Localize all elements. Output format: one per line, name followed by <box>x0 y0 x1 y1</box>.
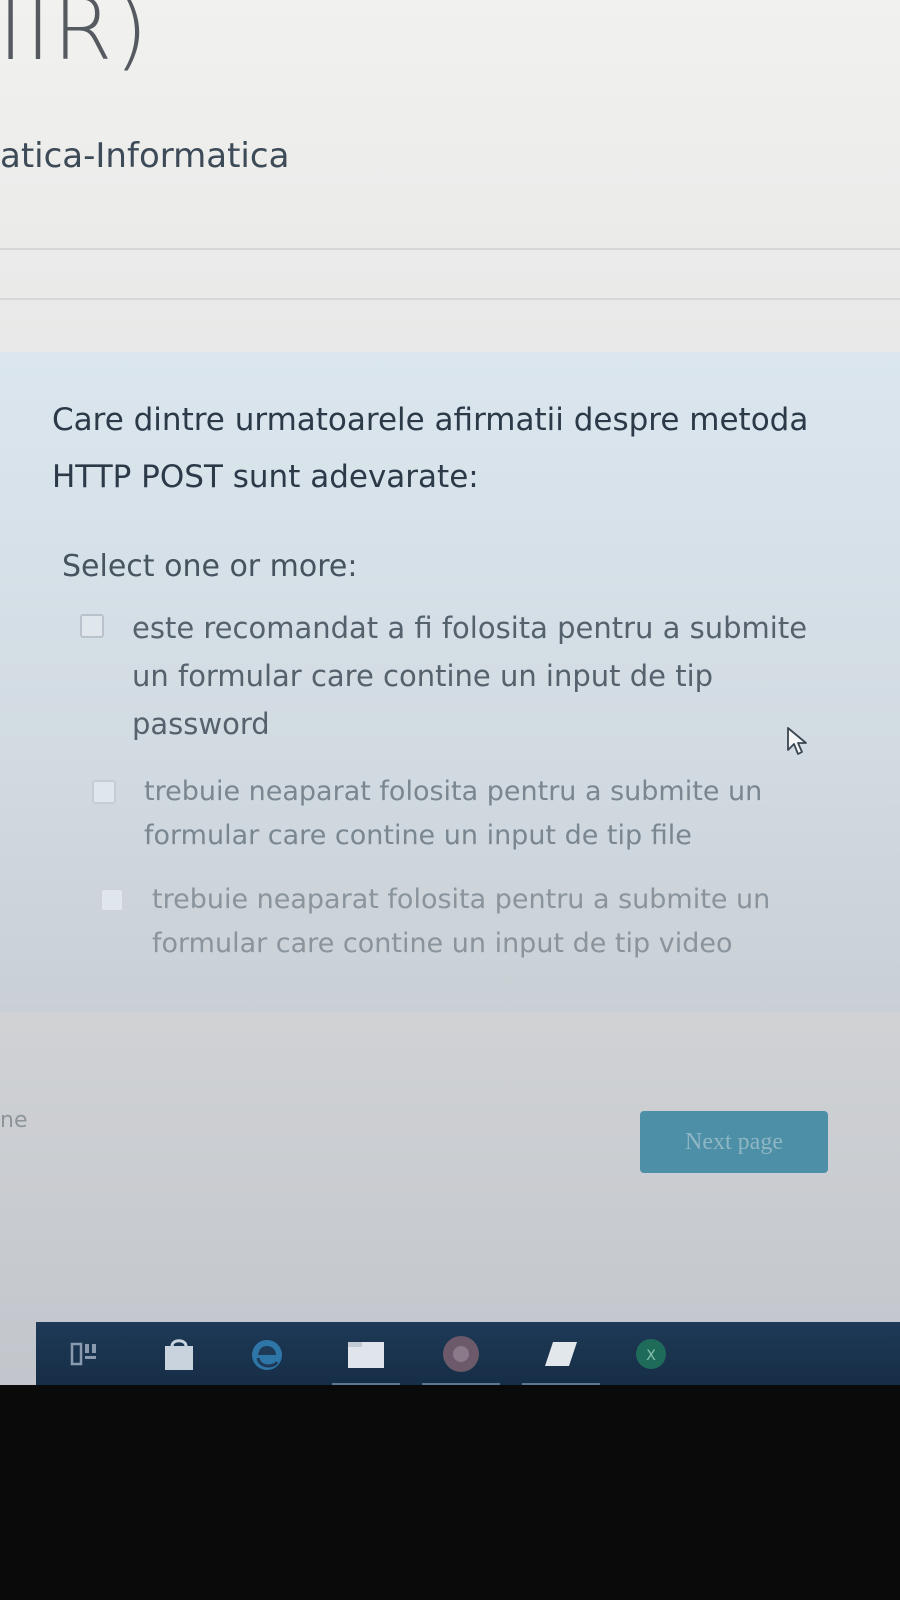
answer-checkbox-2[interactable] <box>92 780 116 804</box>
answer-label-1: este recomandat a fi folosita pentru a s… <box>132 611 808 741</box>
divider <box>0 298 900 300</box>
app-icon[interactable] <box>516 1322 606 1386</box>
svg-text:X: X <box>646 1348 656 1364</box>
answer-option-3[interactable]: trebuie neaparat folosita pentru a submi… <box>100 878 820 966</box>
select-prompt: Select one or more: <box>62 549 358 584</box>
next-page-button[interactable]: Next page <box>640 1111 828 1173</box>
divider <box>0 248 900 250</box>
task-view-icon[interactable] <box>54 1322 114 1386</box>
chrome-browser-icon[interactable] <box>416 1322 506 1386</box>
excel-icon[interactable]: X <box>616 1322 686 1386</box>
previous-page-fragment[interactable]: ne <box>0 1108 27 1133</box>
file-explorer-icon[interactable] <box>326 1322 406 1386</box>
mouse-cursor-icon <box>787 727 807 755</box>
answer-label-2: trebuie neaparat folosita pentru a submi… <box>144 776 763 851</box>
edge-browser-icon[interactable] <box>232 1322 302 1386</box>
store-bag-icon[interactable] <box>144 1322 214 1386</box>
answer-option-1[interactable]: este recomandat a fi folosita pentru a s… <box>80 604 840 748</box>
question-panel: Care dintre urmatoarele afirmatii despre… <box>0 352 900 1012</box>
page-title: IIR) <box>0 0 151 80</box>
answer-option-2[interactable]: trebuie neaparat folosita pentru a submi… <box>92 770 812 858</box>
answer-checkbox-3[interactable] <box>100 888 124 912</box>
answer-label-3: trebuie neaparat folosita pentru a submi… <box>152 884 771 959</box>
question-text: Care dintre urmatoarele afirmatii despre… <box>52 402 809 495</box>
monitor-bezel <box>0 1385 900 1600</box>
course-subtitle: atica-Informatica <box>0 136 290 176</box>
taskbar: X <box>36 1322 900 1386</box>
answer-checkbox-1[interactable] <box>80 614 104 638</box>
screen: IIR) atica-Informatica Care dintre urmat… <box>0 0 900 1385</box>
